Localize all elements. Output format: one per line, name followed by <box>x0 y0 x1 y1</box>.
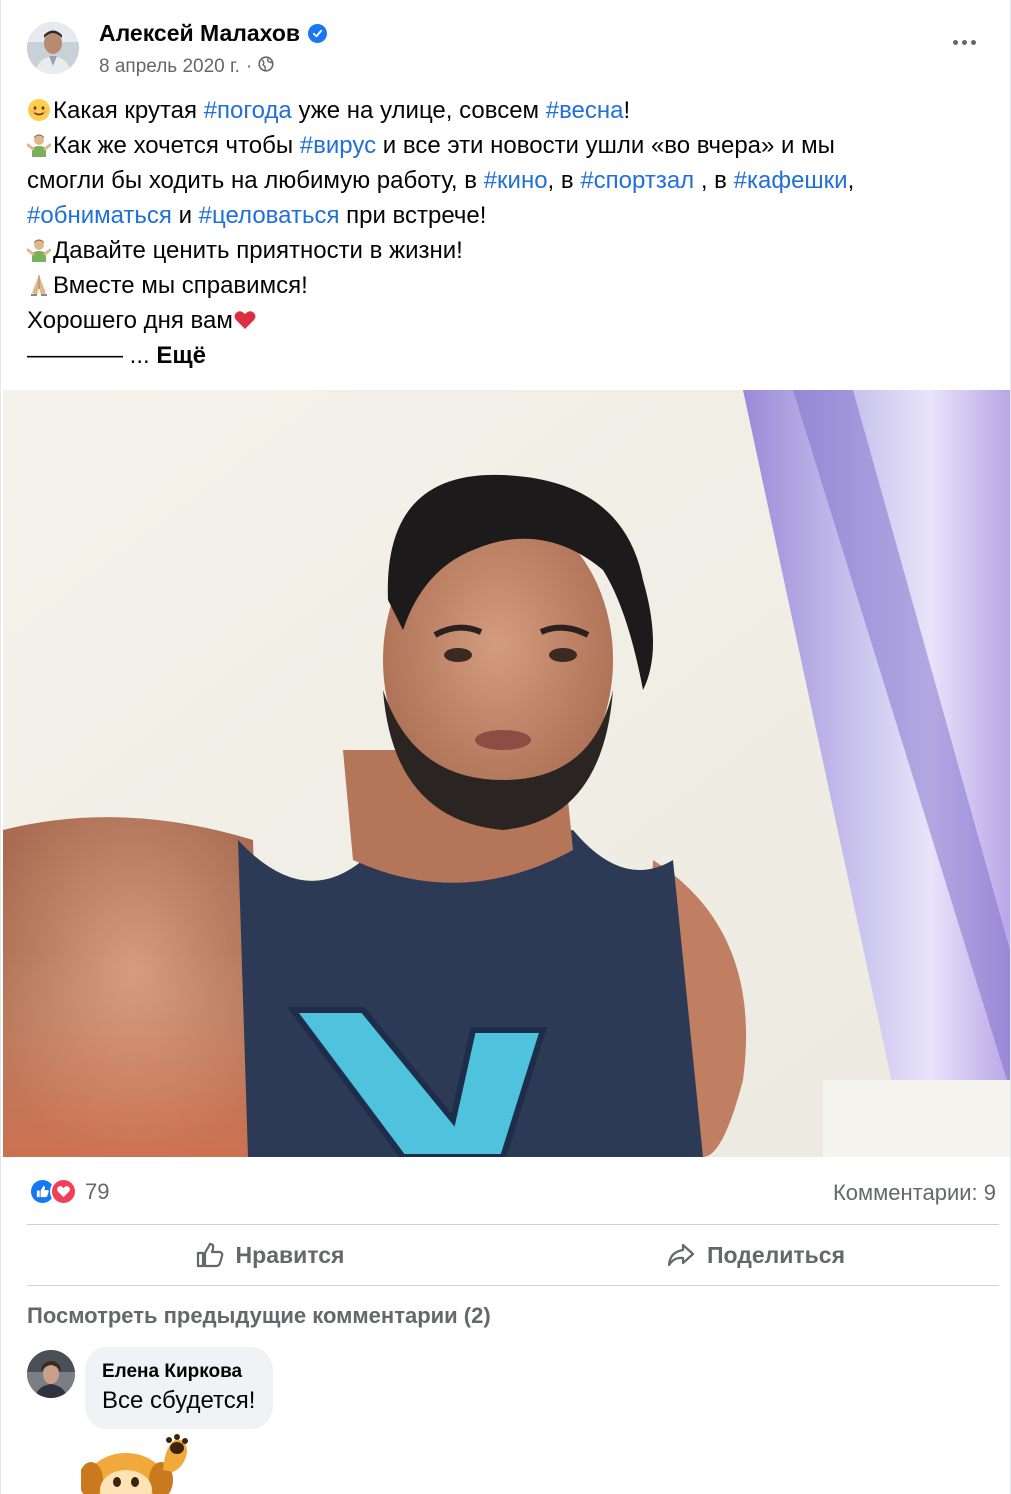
post-line-8: ———— ... Ещё <box>27 338 992 373</box>
like-button-label: Нравится <box>235 1241 345 1268</box>
hashtag-link[interactable]: #вирус <box>300 132 376 159</box>
reaction-count: 79 <box>85 1178 110 1204</box>
dog-sticker-icon <box>81 1432 193 1494</box>
commenter-avatar-image <box>27 1350 75 1398</box>
heart-emoji-icon <box>234 311 256 329</box>
like-thumb-icon <box>196 1242 223 1268</box>
shrug-emoji-icon <box>27 239 51 262</box>
hashtag-link[interactable]: #обниматься <box>27 202 172 229</box>
post-text-segment: Как же хочется чтобы <box>53 132 300 159</box>
post-text-segment: Хорошего дня вам <box>27 307 233 334</box>
globe-icon[interactable] <box>258 56 274 78</box>
author-name[interactable]: Алексей Малахов <box>99 20 300 47</box>
hashtag-link[interactable]: #погода <box>204 97 292 124</box>
post-photo-image <box>3 390 1010 1157</box>
post-text-segment: ———— <box>27 342 130 369</box>
post-text-segment: Вместе мы справимся! <box>53 272 308 299</box>
post-line-5: Давайте ценить приятности в жизни! <box>27 233 992 268</box>
post-text-segment: и <box>171 202 199 229</box>
hashtag-link[interactable]: #кино <box>484 167 548 194</box>
share-button[interactable]: Поделиться <box>513 1226 999 1284</box>
meta-separator: · <box>245 56 253 77</box>
post-date[interactable]: 8 апрель 2020 г. <box>99 56 240 78</box>
post-line-4: #обниматься и #целоваться при встрече! <box>27 198 992 233</box>
author-avatar-image <box>27 22 79 74</box>
hashtag-link[interactable]: #спортзал <box>580 167 694 194</box>
post-card: Алексей Малахов 8 апрель 2020 г. · Какая… <box>0 0 1011 1494</box>
share-arrow-icon <box>667 1243 695 1267</box>
share-button-label: Поделиться <box>706 1241 846 1268</box>
reaction-icons <box>29 1178 77 1205</box>
post-text-segment: и все эти новости ушли «во вчера» и мы <box>376 132 835 159</box>
post-text-segment: ! <box>623 97 631 124</box>
post-text-ellipsis: ... <box>129 342 157 369</box>
post-line-2: Как же хочется чтобы #вирус и все эти но… <box>27 128 992 163</box>
post-line-1: Какая крутая #погода уже на улице, совсе… <box>27 93 992 128</box>
shrug-emoji-icon <box>27 134 51 157</box>
love-reaction-icon <box>50 1178 77 1205</box>
post-actions: Нравится Поделиться <box>27 1226 999 1284</box>
post-photo[interactable] <box>3 390 1010 1157</box>
like-button[interactable]: Нравится <box>27 1226 513 1284</box>
commenter-avatar[interactable] <box>27 1350 75 1398</box>
see-more-link[interactable]: Ещё <box>156 342 206 369</box>
post-line-6: Вместе мы справимся! <box>27 268 992 303</box>
comment-bubble: Елена Киркова Все сбудется! <box>85 1347 274 1429</box>
view-previous-comments[interactable]: Посмотреть предыдущие комментарии (2) <box>27 1303 491 1329</box>
smile-emoji-icon <box>28 99 50 121</box>
hashtag-link[interactable]: #целоваться <box>199 202 340 229</box>
post-meta: 8 апрель 2020 г. · <box>99 56 274 78</box>
more-dots-icon[interactable] <box>944 30 984 54</box>
comment-author[interactable]: Елена Киркова <box>102 1359 255 1385</box>
post-line-3: смогли бы ходить на любимую работу, в #к… <box>27 163 992 198</box>
post-text: Какая крутая #погода уже на улице, совсе… <box>27 93 992 373</box>
author-name-row: Алексей Малахов <box>99 20 328 47</box>
hashtag-link[interactable]: #кафешки <box>734 167 848 194</box>
post-line-7: Хорошего дня вам <box>27 303 992 338</box>
post-text-segment: , в <box>694 167 734 194</box>
divider-bottom <box>27 1285 999 1286</box>
comment-text: Все сбудется! <box>102 1387 256 1414</box>
divider-top <box>27 1224 999 1225</box>
post-text-segment: при встрече! <box>339 202 487 229</box>
post-text-segment: , <box>847 167 855 194</box>
post-text-segment: , в <box>547 167 581 194</box>
post-text-segment: уже на улице, совсем <box>291 97 546 124</box>
post-text-segment: смогли бы ходить на любимую работу, в <box>27 167 484 194</box>
author-avatar[interactable] <box>27 22 79 74</box>
reactions-summary[interactable]: 79 <box>29 1178 109 1205</box>
post-text-segment: Какая крутая <box>53 97 204 124</box>
pray-emoji-icon <box>31 275 47 296</box>
post-text-segment: Давайте ценить приятности в жизни! <box>53 237 463 264</box>
hashtag-link[interactable]: #весна <box>546 97 624 124</box>
verified-badge-icon <box>308 24 328 43</box>
comment-count[interactable]: Комментарии: 9 <box>833 1180 996 1206</box>
